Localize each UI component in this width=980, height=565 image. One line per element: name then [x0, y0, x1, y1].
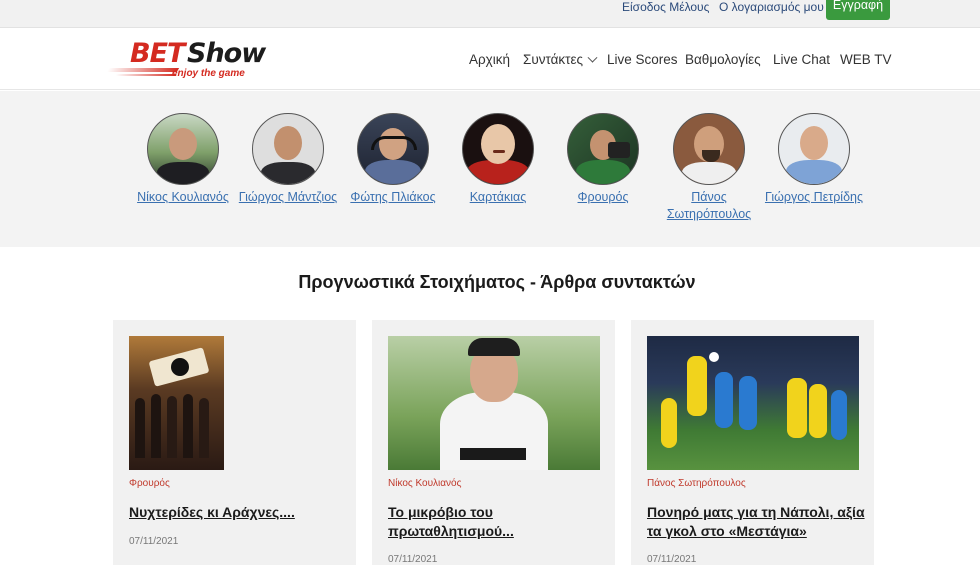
site-header: BET Show enjoy the game Αρχική Συντάκτες…	[0, 28, 980, 90]
top-utility-bar: Είσοδος Μέλους Ο λογαριασμός μου Εγγραφή	[0, 0, 980, 28]
article-card[interactable]: Φρουρός Νυχτερίδες κι Αράχνες.... 07/11/…	[113, 320, 356, 565]
avatar[interactable]	[462, 113, 534, 185]
author-name[interactable]: Πάνος Σωτηρόπουλος	[654, 189, 764, 223]
avatar[interactable]	[778, 113, 850, 185]
logo-swoosh-line	[116, 74, 176, 76]
author-card[interactable]: Νίκος Κουλιανός	[128, 113, 238, 206]
authors-strip: Νίκος Κουλιανός Γιώργος Μάντζιος Φώτης Π…	[0, 91, 980, 247]
logo-show-text: Show	[187, 38, 266, 69]
author-name[interactable]: Γιώργος Μάντζιος	[233, 189, 343, 206]
nav-standings[interactable]: Βαθμολογίες	[685, 52, 761, 67]
logo-tagline: enjoy the game	[172, 68, 245, 79]
author-name[interactable]: Φώτης Πλιάκος	[338, 189, 448, 206]
author-card[interactable]: Φρουρός	[548, 113, 658, 206]
article-thumbnail[interactable]	[129, 336, 224, 470]
article-thumbnail[interactable]	[647, 336, 859, 470]
article-date: 07/11/2021	[129, 536, 179, 547]
nav-home[interactable]: Αρχική	[469, 52, 510, 67]
my-account-link[interactable]: Ο λογαριασμός μου	[719, 0, 824, 14]
author-card[interactable]: Γιώργος Πετρίδης	[759, 113, 869, 206]
avatar[interactable]	[357, 113, 429, 185]
article-title[interactable]: Πονηρό ματς για τη Νάπολι, αξία τα γκολ …	[647, 503, 867, 541]
article-card[interactable]: Πάνος Σωτηρόπουλος Πονηρό ματς για τη Νά…	[631, 320, 874, 565]
section-title: Προγνωστικά Στοιχήματος - Άρθρα συντακτώ…	[298, 272, 696, 292]
author-card[interactable]: Φώτης Πλιάκος	[338, 113, 448, 206]
avatar[interactable]	[567, 113, 639, 185]
avatar[interactable]	[147, 113, 219, 185]
article-title[interactable]: Το μικρόβιο του πρωταθλητισμού...	[388, 503, 608, 541]
article-card[interactable]: Νίκος Κουλιανός Το μικρόβιο του πρωταθλη…	[372, 320, 615, 565]
avatar[interactable]	[252, 113, 324, 185]
avatar[interactable]	[673, 113, 745, 185]
author-name[interactable]: Νίκος Κουλιανός	[128, 189, 238, 206]
article-thumbnail[interactable]	[388, 336, 600, 470]
article-author[interactable]: Φρουρός	[129, 478, 170, 489]
article-date: 07/11/2021	[647, 554, 697, 565]
nav-live-chat[interactable]: Live Chat	[773, 52, 830, 67]
nav-writers[interactable]: Συντάκτες	[523, 52, 598, 67]
author-card[interactable]: Γιώργος Μάντζιος	[233, 113, 343, 206]
chevron-down-icon	[587, 52, 598, 63]
register-button[interactable]: Εγγραφή	[826, 0, 890, 20]
article-title[interactable]: Νυχτερίδες κι Αράχνες....	[129, 503, 349, 522]
article-author[interactable]: Νίκος Κουλιανός	[388, 478, 461, 489]
nav-web-tv[interactable]: WEB TV	[840, 52, 892, 67]
nav-live-scores[interactable]: Live Scores	[607, 52, 678, 67]
author-name[interactable]: Γιώργος Πετρίδης	[759, 189, 869, 206]
logo-bet-text: BET	[130, 38, 185, 69]
article-author[interactable]: Πάνος Σωτηρόπουλος	[647, 478, 746, 489]
author-name[interactable]: Φρουρός	[548, 189, 658, 206]
betshow-logo[interactable]: BET Show enjoy the game	[106, 38, 266, 84]
author-card[interactable]: Καρτάκιας	[443, 113, 553, 206]
member-login-link[interactable]: Είσοδος Μέλους	[622, 0, 709, 14]
article-date: 07/11/2021	[388, 554, 438, 565]
author-name[interactable]: Καρτάκιας	[443, 189, 553, 206]
nav-writers-label: Συντάκτες	[523, 52, 584, 67]
author-card[interactable]: Πάνος Σωτηρόπουλος	[654, 113, 764, 223]
